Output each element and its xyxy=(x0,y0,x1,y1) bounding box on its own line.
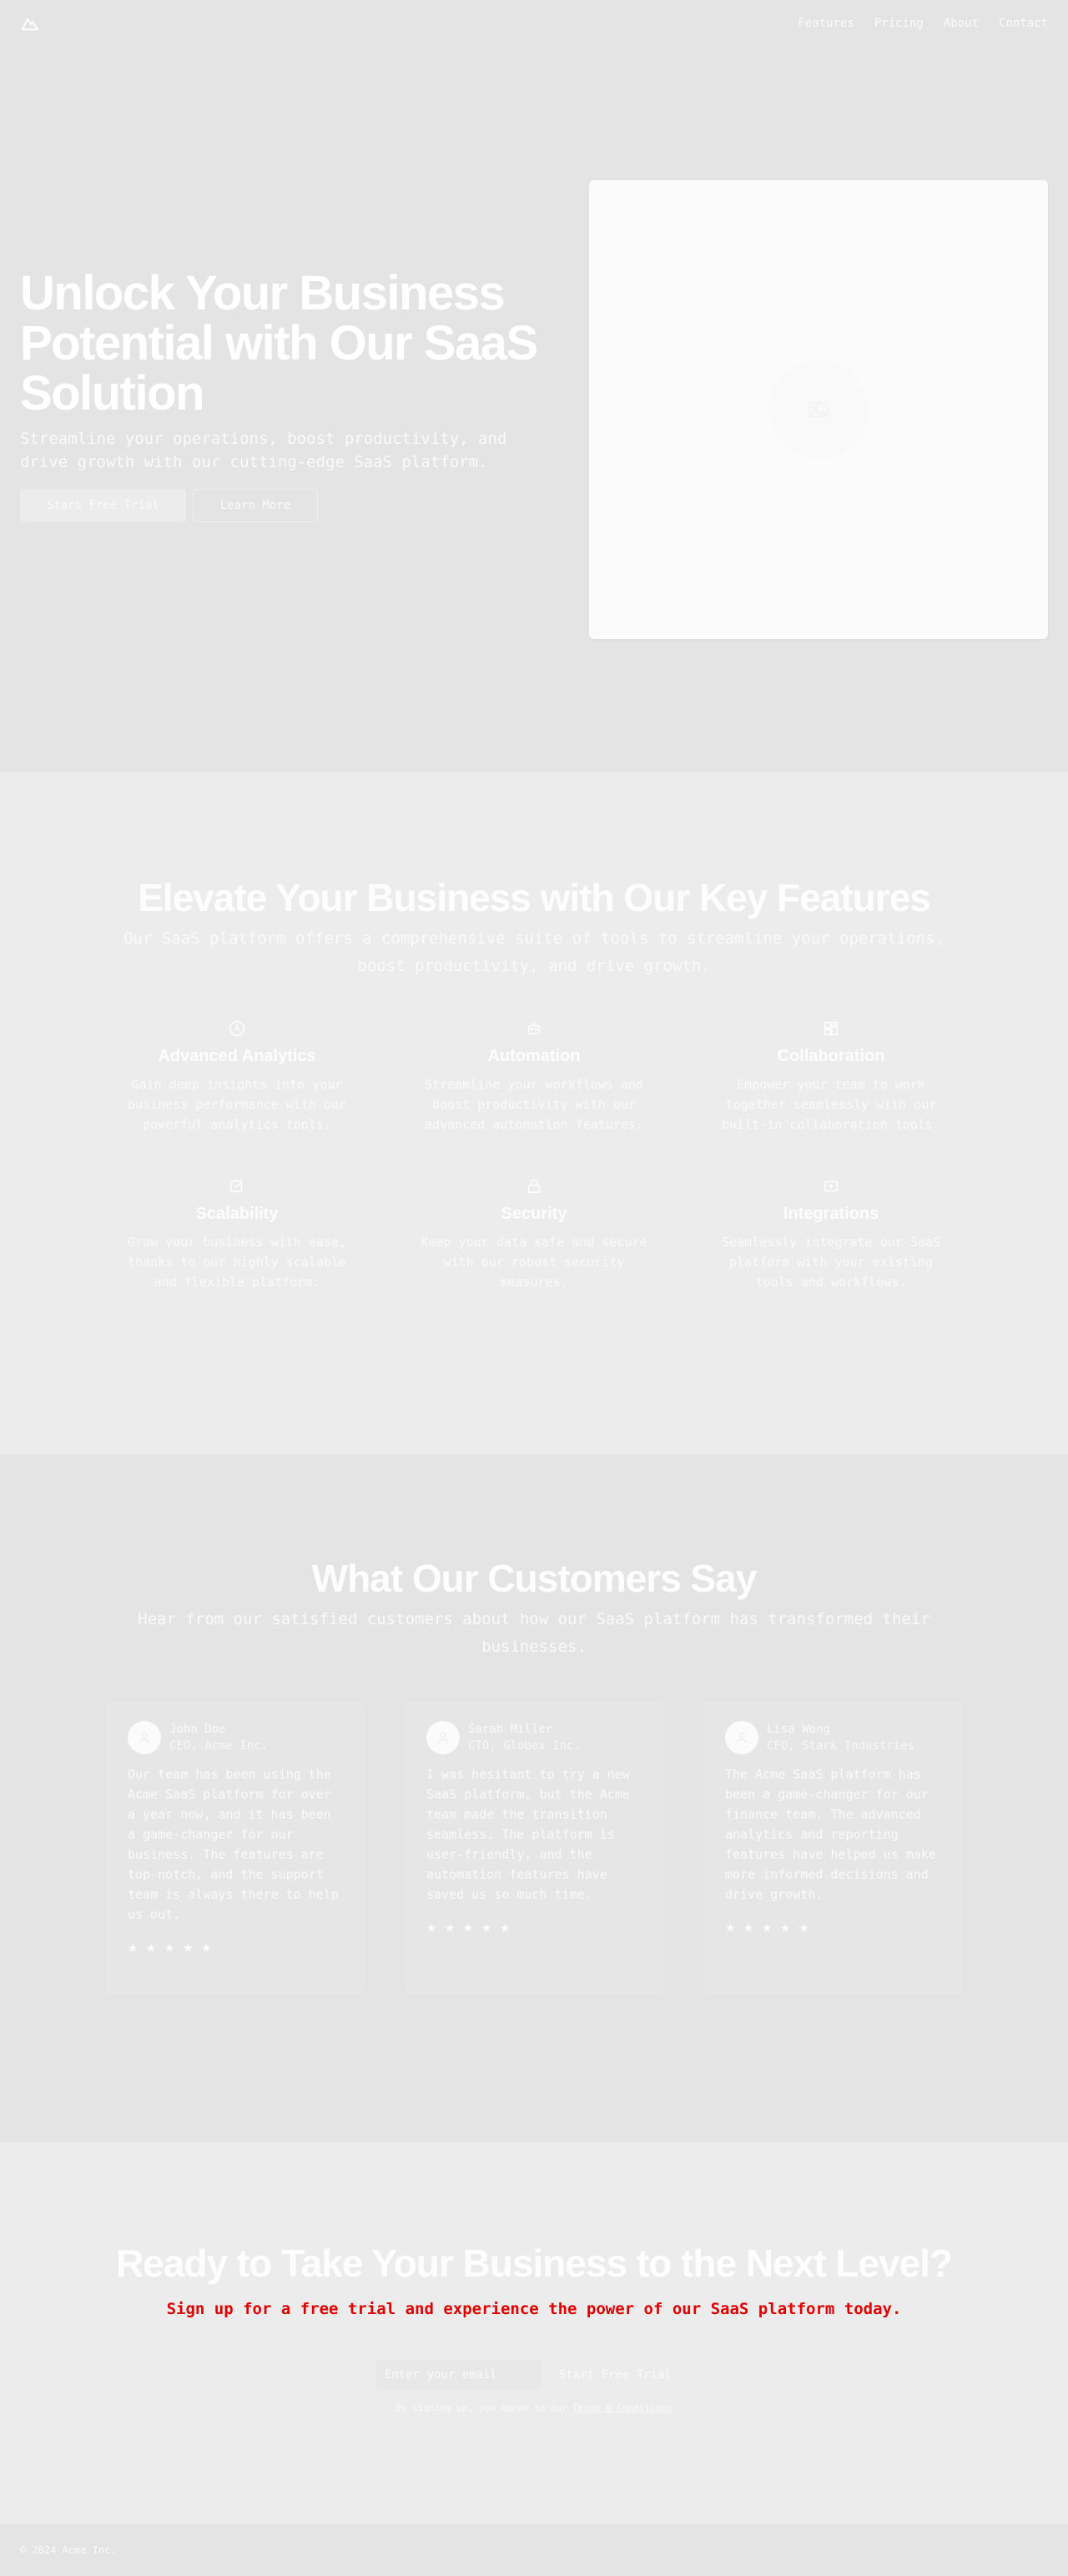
star-icon: ★ xyxy=(128,1936,139,1956)
feature-title: Automation xyxy=(487,1047,581,1065)
edit-icon xyxy=(227,1176,247,1196)
feature-card: Scalability Grow your business with ease… xyxy=(103,1176,370,1292)
author-name: Lisa Wong xyxy=(767,1723,830,1736)
hero-title: Unlock Your Business Potential with Our … xyxy=(20,269,554,419)
avatar xyxy=(128,1721,161,1754)
star-icon: ★ xyxy=(743,1916,754,1936)
avatar xyxy=(725,1721,758,1754)
hero-title-line-2: Potential with Our SaaS xyxy=(20,316,538,370)
hero-title-line-3: Solution xyxy=(20,366,204,420)
star-icon: ★ xyxy=(445,1916,456,1936)
bot-icon xyxy=(524,1019,544,1039)
author-name: Sarah Miller xyxy=(468,1723,553,1736)
hero-title-line-1: Unlock Your Business xyxy=(20,266,506,320)
nav-contact-link[interactable]: Contact xyxy=(999,17,1048,30)
feature-title: Collaboration xyxy=(777,1047,885,1065)
author-role: CFO, Stark Industries xyxy=(767,1739,915,1753)
feature-card: Integrations Seamlessly integrate our Sa… xyxy=(698,1176,965,1292)
star-icon: ★ xyxy=(725,1916,736,1936)
copyright-text: © 2024 Acme Inc. xyxy=(20,2544,117,2556)
image-placeholder-icon xyxy=(768,360,869,460)
nav-pricing-link[interactable]: Pricing xyxy=(874,17,924,30)
star-icon: ★ xyxy=(780,1916,791,1936)
hero-image xyxy=(589,180,1048,639)
testimonial-cards: John Doe CEO, Acme Inc. Our team has bee… xyxy=(107,1702,961,1994)
star-icon: ★ xyxy=(463,1916,474,1936)
hero-subtitle: Streamline your operations, boost produc… xyxy=(20,430,507,471)
cta-subtitle: Sign up for a free trial and experience … xyxy=(166,2300,902,2318)
testimonial-author: Sarah Miller CTO, Globex Inc. xyxy=(426,1721,642,1754)
nav-about-link[interactable]: About xyxy=(944,17,979,30)
learn-more-button[interactable]: Learn More xyxy=(192,489,319,522)
testimonials-section: What Our Customers Say Hear from our sat… xyxy=(0,1454,1068,2142)
site-header: Features Pricing About Contact xyxy=(0,0,1068,47)
star-icon: ★ xyxy=(481,1916,492,1936)
star-icon: ★ xyxy=(146,1936,157,1956)
cta-section: Ready to Take Your Business to the Next … xyxy=(0,2142,1068,2524)
cta-start-free-trial-button[interactable]: Start Free Trial xyxy=(547,2359,683,2391)
features-subtitle: Our SaaS platform offers a comprehensive… xyxy=(123,929,945,975)
feature-description: Keep your data safe and secure with our … xyxy=(421,1235,647,1290)
analytics-icon xyxy=(227,1019,247,1039)
features-title: Elevate Your Business with Our Key Featu… xyxy=(138,876,931,919)
star-rating: ★ ★ ★ ★ ★ xyxy=(725,1916,940,1936)
star-rating: ★ ★ ★ ★ ★ xyxy=(426,1916,642,1936)
author-name: John Doe xyxy=(169,1723,226,1736)
feature-title: Scalability xyxy=(195,1205,279,1223)
terms-note: By signing up, you agree to our Terms & … xyxy=(0,2402,1068,2413)
star-rating: ★ ★ ★ ★ ★ xyxy=(128,1936,343,1956)
terms-note-text: By signing up, you agree to our xyxy=(395,2402,567,2413)
testimonial-card: Lisa Wong CFO, Stark Industries The Acme… xyxy=(704,1702,961,1994)
feature-description: Empower your team to work together seaml… xyxy=(722,1077,940,1132)
testimonial-author: Lisa Wong CFO, Stark Industries xyxy=(725,1721,940,1754)
hero-section: Unlock Your Business Potential with Our … xyxy=(0,0,1068,772)
email-field[interactable] xyxy=(375,2359,541,2391)
terms-link[interactable]: Terms & Conditions xyxy=(572,2402,672,2413)
author-role: CTO, Globex Inc. xyxy=(468,1739,581,1753)
star-icon: ★ xyxy=(500,1916,511,1936)
testimonial-quote: The Acme SaaS platform has been a game-c… xyxy=(725,1767,936,1902)
star-icon: ★ xyxy=(426,1916,437,1936)
testimonials-title: What Our Customers Say xyxy=(311,1557,758,1600)
feature-card: Security Keep your data safe and secure … xyxy=(400,1176,668,1292)
features-grid: Advanced Analytics Gain deep insights in… xyxy=(103,1019,965,1292)
star-icon: ★ xyxy=(164,1936,175,1956)
start-free-trial-button[interactable]: Start Free Trial xyxy=(20,489,186,522)
feature-card: Advanced Analytics Gain deep insights in… xyxy=(103,1019,370,1135)
main-nav: Features Pricing About Contact xyxy=(798,17,1048,30)
hero-buttons: Start Free Trial Learn More xyxy=(20,489,554,522)
feature-description: Gain deep insights into your business pe… xyxy=(128,1077,346,1132)
star-icon: ★ xyxy=(798,1916,809,1936)
feature-title: Advanced Analytics xyxy=(158,1047,316,1065)
cta-title: Ready to Take Your Business to the Next … xyxy=(115,2241,953,2285)
testimonial-quote: Our team has been using the Acme SaaS pl… xyxy=(128,1767,339,1922)
star-icon: ★ xyxy=(201,1936,212,1956)
testimonial-author: John Doe CEO, Acme Inc. xyxy=(128,1721,343,1754)
feature-card: Automation Streamline your workflows and… xyxy=(400,1019,668,1135)
testimonial-quote: I was hesitant to try a new SaaS platfor… xyxy=(426,1767,630,1902)
feature-title: Integrations xyxy=(783,1205,879,1223)
hero-content: Unlock Your Business Potential with Our … xyxy=(20,269,554,522)
star-icon: ★ xyxy=(183,1936,194,1956)
mountain-icon[interactable] xyxy=(20,13,40,33)
testimonial-card: Sarah Miller CTO, Globex Inc. I was hesi… xyxy=(406,1702,662,1994)
feature-description: Grow your business with ease, thanks to … xyxy=(128,1235,346,1290)
testimonials-subtitle: Hear from our satisfied customers about … xyxy=(138,1610,930,1656)
features-section: Elevate Your Business with Our Key Featu… xyxy=(0,772,1068,1454)
site-footer: © 2024 Acme Inc. xyxy=(0,2524,1068,2576)
author-role: CEO, Acme Inc. xyxy=(169,1739,269,1753)
lock-icon xyxy=(524,1176,544,1196)
feature-card: Collaboration Empower your team to work … xyxy=(698,1019,965,1135)
nav-features-link[interactable]: Features xyxy=(798,17,854,30)
star-icon: ★ xyxy=(762,1916,773,1936)
feature-description: Seamlessly integrate our SaaS platform w… xyxy=(722,1235,940,1290)
feature-description: Streamline your workflows and boost prod… xyxy=(425,1077,643,1132)
feature-title: Security xyxy=(501,1205,567,1223)
plug-icon xyxy=(821,1176,841,1196)
signup-form: Start Free Trial xyxy=(375,2359,693,2391)
avatar xyxy=(426,1721,460,1754)
testimonial-card: John Doe CEO, Acme Inc. Our team has bee… xyxy=(107,1702,364,1994)
layout-icon xyxy=(821,1019,841,1039)
